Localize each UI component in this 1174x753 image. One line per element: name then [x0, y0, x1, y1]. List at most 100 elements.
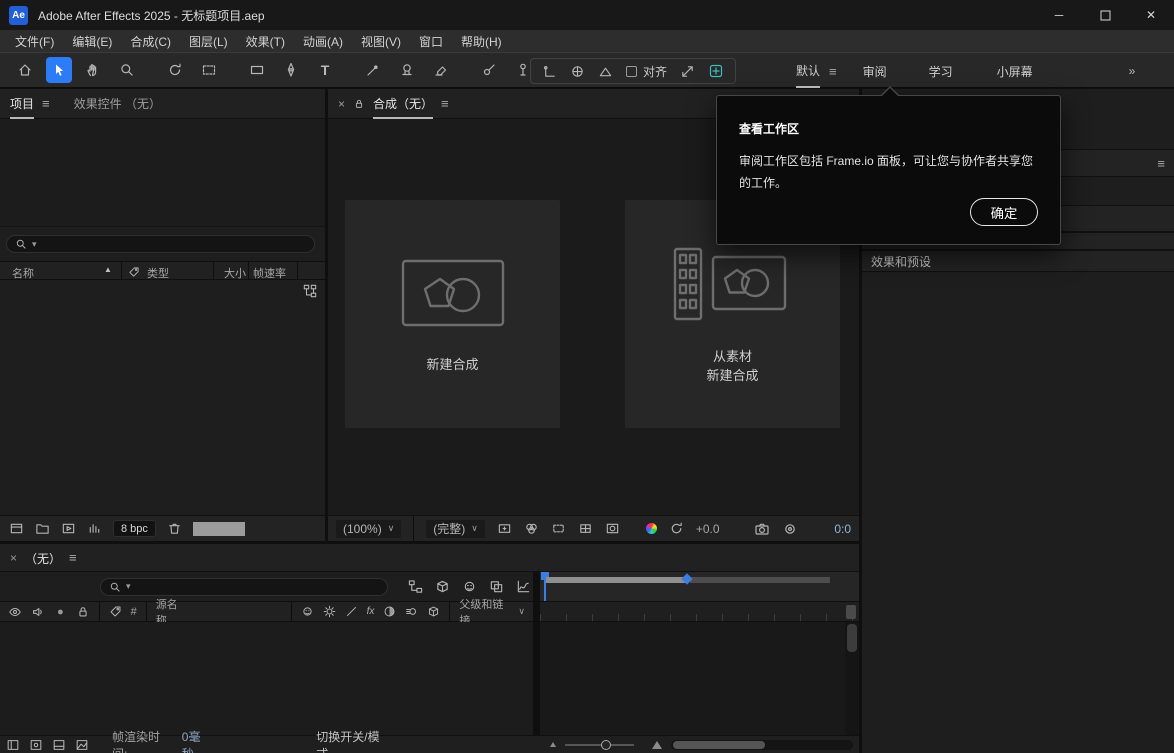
fx-column-icon[interactable]: fx	[367, 606, 375, 617]
project-panel-menu-icon[interactable]: ≡	[42, 97, 50, 110]
snap-checkbox[interactable]	[626, 66, 637, 77]
pen-tool[interactable]	[278, 57, 304, 83]
work-area-bar-end[interactable]	[690, 577, 830, 583]
timeline-tab-close-icon[interactable]: ×	[10, 552, 17, 564]
work-area-bar[interactable]	[546, 577, 688, 583]
horizontal-scroll-handle[interactable]	[673, 741, 765, 749]
delete-item-button[interactable]	[167, 521, 182, 536]
axis-mode-view-button[interactable]	[598, 64, 613, 79]
project-settings-button[interactable]	[87, 521, 102, 536]
lock-icon[interactable]	[76, 605, 90, 619]
frame-blend-column-icon[interactable]	[383, 605, 396, 618]
timeline-ruler[interactable]	[540, 572, 859, 601]
color-management-icon[interactable]	[646, 523, 657, 534]
show-snapshot-button[interactable]	[782, 521, 798, 537]
toggle-transfer-pane-button[interactable]	[29, 738, 43, 752]
snap-options-button[interactable]	[680, 64, 695, 79]
graph-editor-button[interactable]	[516, 579, 531, 594]
tab-effect-controls[interactable]: 效果控件 （无）	[74, 95, 161, 112]
popup-ok-button[interactable]: 确定	[970, 198, 1038, 226]
menu-composition[interactable]: 合成(C)	[121, 30, 180, 52]
solo-icon[interactable]	[54, 605, 67, 619]
panel-menu-icon[interactable]: ≡	[1157, 157, 1165, 170]
column-number[interactable]: #	[131, 606, 137, 618]
selection-tool[interactable]	[46, 57, 72, 83]
gizmo-button[interactable]	[708, 63, 724, 79]
mask-visibility-button[interactable]	[605, 521, 620, 536]
hand-tool[interactable]	[80, 57, 106, 83]
current-time-display[interactable]: 0:0	[834, 522, 851, 536]
tab-timeline[interactable]: （无）	[25, 544, 61, 572]
magnification-dropdown[interactable]: (100%)∨	[336, 520, 401, 538]
label-tag-icon[interactable]	[128, 266, 140, 278]
timeline-search-input[interactable]: ▾	[100, 578, 388, 596]
toggle-layer-pane-button[interactable]	[6, 738, 20, 752]
tab-composition[interactable]: 合成（无）	[373, 89, 433, 119]
quality-icon[interactable]	[345, 605, 358, 618]
mini-flowchart-button[interactable]	[408, 579, 423, 594]
menu-effect[interactable]: 效果(T)	[237, 30, 294, 52]
rectangle-tool[interactable]	[244, 57, 270, 83]
reset-exposure-button[interactable]	[669, 521, 684, 536]
motion-blur-column-icon[interactable]	[405, 605, 418, 618]
frame-blend-button[interactable]	[489, 579, 504, 594]
roto-brush-tool[interactable]	[476, 57, 502, 83]
3d-layer-column-icon[interactable]	[427, 605, 440, 618]
lock-icon[interactable]	[353, 98, 365, 110]
composition-tab-close-icon[interactable]: ×	[338, 98, 345, 110]
zoom-tool[interactable]	[114, 57, 140, 83]
channels-button[interactable]	[524, 521, 539, 536]
workspace-learn[interactable]: 学习	[929, 54, 953, 88]
label-tag-icon[interactable]	[109, 605, 122, 618]
resolution-dropdown[interactable]: (完整)∨	[426, 520, 485, 538]
menu-help[interactable]: 帮助(H)	[452, 30, 511, 52]
new-folder-button[interactable]	[35, 521, 50, 536]
workspace-menu-icon[interactable]: ≡	[829, 65, 837, 78]
new-composition-card[interactable]: 新建合成	[345, 200, 560, 428]
menu-edit[interactable]: 编辑(E)	[63, 30, 121, 52]
minimize-button[interactable]: ─	[1036, 0, 1082, 30]
timeline-split-divider[interactable]	[533, 572, 540, 735]
menu-layer[interactable]: 图层(L)	[180, 30, 237, 52]
workspace-review[interactable]: 审阅	[863, 54, 887, 88]
composition-panel-menu-icon[interactable]: ≡	[441, 97, 449, 110]
exposure-value[interactable]: +0.0	[696, 522, 720, 536]
timeline-track-area[interactable]	[540, 622, 845, 735]
ruler-zoom-handle[interactable]	[846, 605, 856, 619]
workspace-default[interactable]: 默认	[796, 54, 820, 88]
interpret-footage-button[interactable]	[9, 521, 24, 536]
camera-tool[interactable]	[196, 57, 222, 83]
workspace-overflow-button[interactable]: »	[1129, 54, 1136, 88]
column-name[interactable]: 名称	[12, 265, 34, 281]
bit-depth-button[interactable]: 8 bpc	[113, 520, 156, 537]
column-type[interactable]: 类型	[147, 265, 169, 281]
audio-icon[interactable]	[31, 605, 45, 619]
draft-3d-button[interactable]	[435, 579, 450, 594]
column-size[interactable]: 大小	[224, 265, 246, 281]
region-of-interest-button[interactable]	[551, 521, 566, 536]
eye-icon[interactable]	[8, 605, 22, 619]
close-button[interactable]: ✕	[1128, 0, 1174, 30]
timeline-zoom-knob[interactable]	[601, 740, 611, 750]
maximize-button[interactable]	[1082, 0, 1128, 30]
snap-toggle[interactable]: 对齐	[626, 63, 667, 80]
zoom-in-mountain-icon[interactable]	[652, 741, 662, 749]
tab-project[interactable]: 项目	[10, 89, 34, 119]
timeline-horizontal-scrollbar[interactable]	[671, 740, 853, 750]
project-flowchart-icon[interactable]	[303, 284, 317, 298]
menu-view[interactable]: 视图(V)	[352, 30, 410, 52]
workspace-small-screen[interactable]: 小屏幕	[997, 54, 1033, 88]
zoom-out-mountain-icon[interactable]	[550, 742, 556, 747]
type-tool[interactable]: T	[312, 57, 338, 83]
new-composition-button[interactable]	[61, 521, 76, 536]
menu-window[interactable]: 窗口	[410, 30, 452, 52]
home-button[interactable]	[12, 57, 38, 83]
timeline-panel-menu-icon[interactable]: ≡	[69, 551, 77, 564]
timeline-vertical-scrollbar[interactable]	[845, 622, 859, 735]
collapse-transforms-icon[interactable]	[323, 605, 336, 618]
toggle-switches-modes-button[interactable]: 切换开关/模式	[316, 728, 388, 753]
column-framerate[interactable]: 帧速率	[253, 265, 286, 281]
brush-tool[interactable]	[360, 57, 386, 83]
project-search-input[interactable]: ▾	[6, 235, 315, 253]
transparency-grid-button[interactable]	[578, 521, 593, 536]
